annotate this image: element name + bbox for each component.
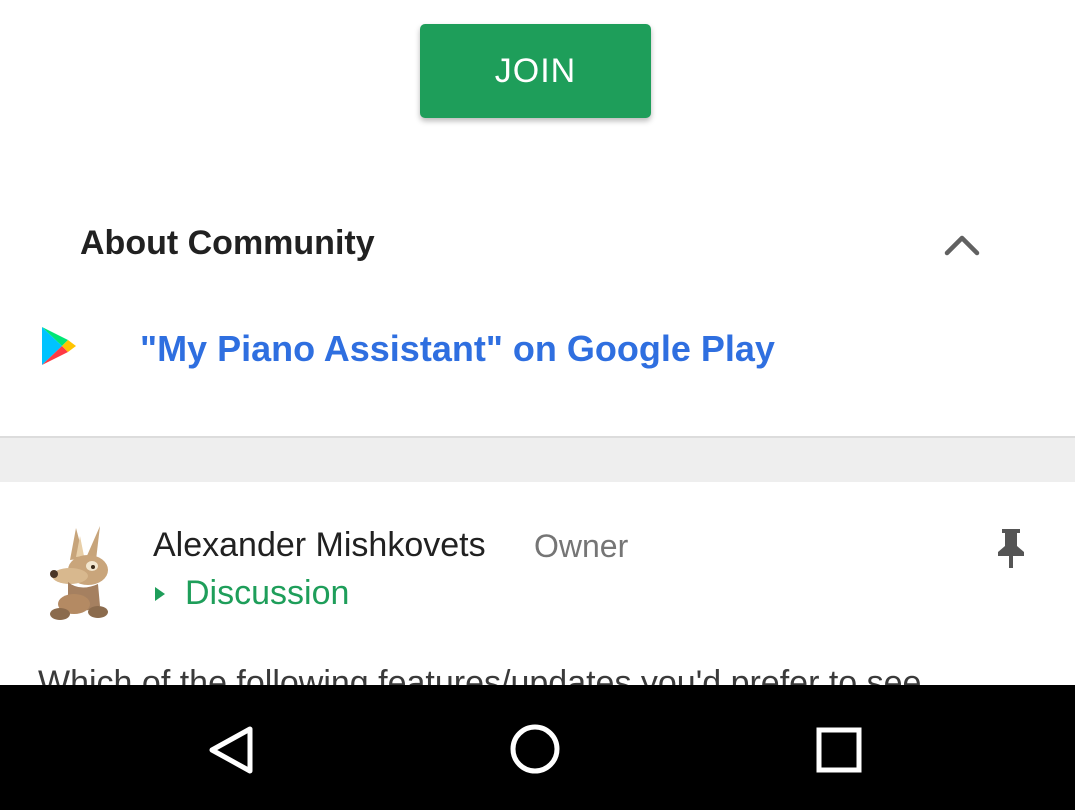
google-play-icon: [42, 327, 76, 365]
avatar[interactable]: [40, 522, 126, 622]
join-button[interactable]: JOIN: [420, 24, 651, 118]
post-card[interactable]: Alexander Mishkovets Owner Discussion Wh…: [0, 482, 1075, 685]
pin-icon: [998, 529, 1024, 568]
about-community-title: About Community: [80, 224, 375, 262]
join-card: JOIN: [0, 0, 1075, 195]
author-role-badge: Owner: [534, 528, 629, 564]
post-body-preview: Which of the following features/updates …: [38, 664, 922, 685]
google-play-link[interactable]: "My Piano Assistant" on Google Play: [140, 328, 775, 370]
post-category[interactable]: Discussion: [153, 574, 349, 613]
recents-icon[interactable]: [815, 726, 863, 774]
system-navigation-bar: [0, 685, 1075, 810]
home-icon[interactable]: [508, 722, 562, 776]
category-label: Discussion: [185, 574, 350, 612]
caret-right-icon: [155, 586, 165, 601]
post-author[interactable]: Alexander Mishkovets: [153, 526, 486, 565]
chevron-up-icon[interactable]: [942, 228, 982, 260]
back-icon[interactable]: [206, 725, 256, 775]
section-divider: [0, 436, 1075, 482]
